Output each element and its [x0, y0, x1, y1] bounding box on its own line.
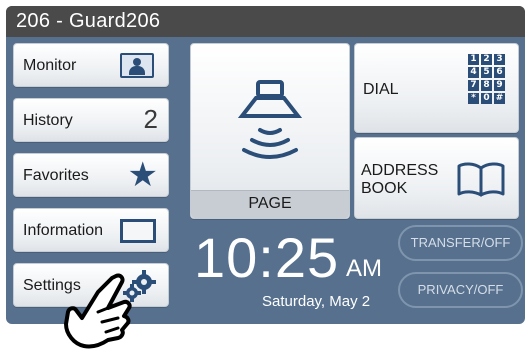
clock-date: Saturday, May 2 — [262, 293, 371, 310]
history-count-badge: 2 — [143, 104, 158, 134]
information-label: Information — [23, 222, 104, 239]
station-title: 206 - Guard206 — [6, 6, 525, 37]
address-book-button[interactable]: ADDRESS BOOK — [354, 137, 519, 219]
page-label: PAGE — [248, 195, 292, 212]
history-button[interactable]: History 2 — [13, 98, 169, 142]
dial-button[interactable]: DIAL 1 2 3 4 5 6 7 8 9 * 0 # — [354, 43, 519, 133]
favorites-label: Favorites — [23, 167, 89, 184]
keypad-icon: 1 2 3 4 5 6 7 8 9 * 0 # — [468, 54, 508, 104]
favorites-button[interactable]: Favorites ★ — [13, 153, 169, 197]
speaker-icon — [237, 80, 303, 159]
address-book-label: ADDRESS BOOK — [361, 162, 439, 197]
monitor-icon — [120, 53, 154, 78]
monitor-label: Monitor — [23, 57, 77, 74]
clock-ampm: AM — [346, 255, 382, 282]
privacy-status-button[interactable]: PRIVACY/OFF — [398, 272, 523, 308]
transfer-status-button[interactable]: TRANSFER/OFF — [398, 225, 523, 261]
history-label: History — [23, 112, 73, 129]
pointing-hand-icon — [64, 273, 132, 349]
star-icon: ★ — [127, 156, 158, 194]
page-button[interactable]: PAGE — [190, 43, 350, 219]
book-icon — [457, 162, 505, 197]
information-button[interactable]: Information — [13, 208, 169, 252]
clock-time: 10:25 — [194, 226, 340, 289]
monitor-button[interactable]: Monitor — [13, 43, 169, 87]
dial-label: DIAL — [363, 81, 399, 98]
information-icon — [120, 219, 156, 243]
